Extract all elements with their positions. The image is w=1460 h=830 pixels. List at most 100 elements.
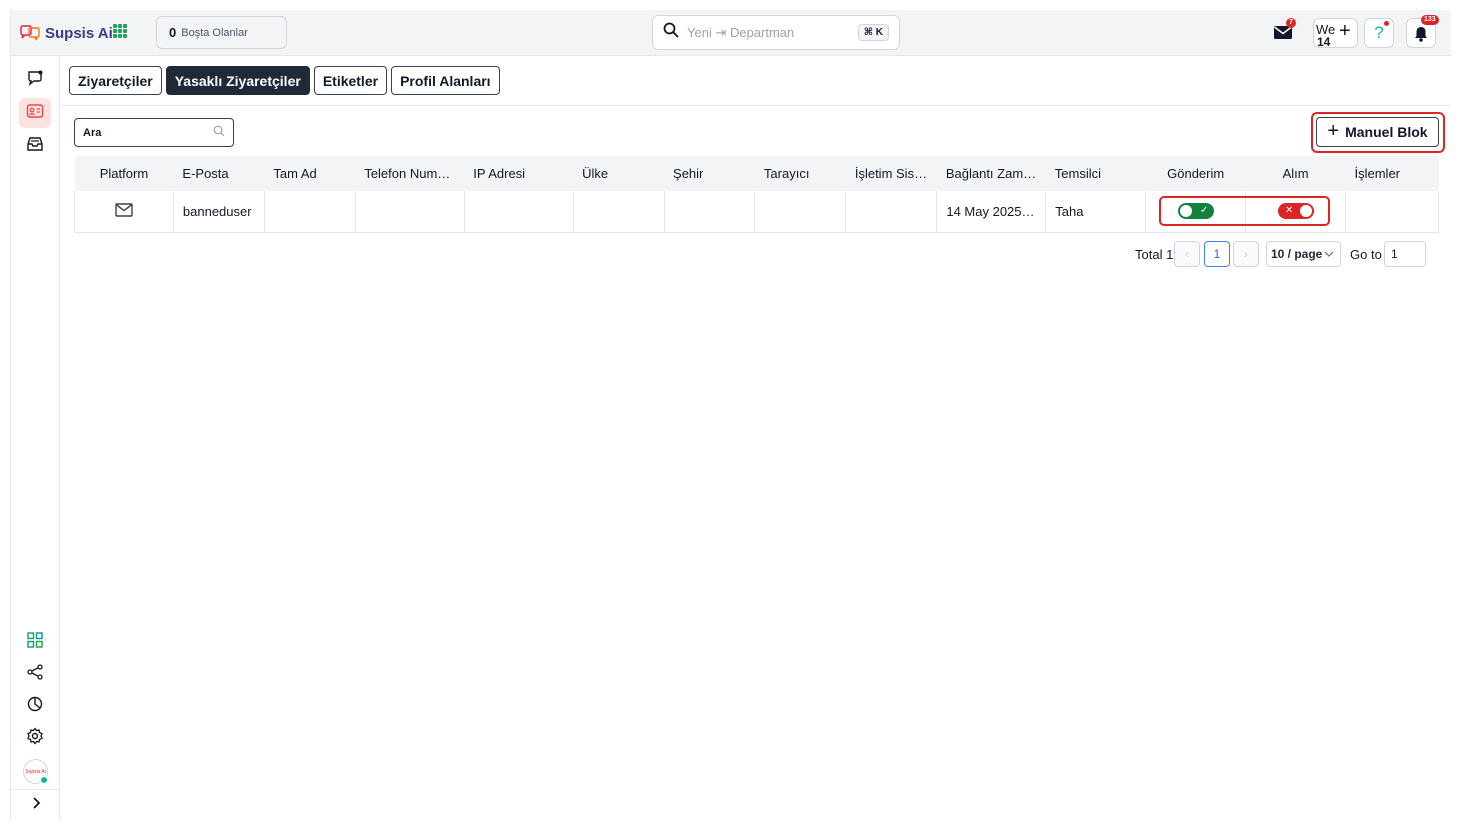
brand[interactable]: Supsis Ai bbox=[19, 22, 113, 44]
email-cell: banneduser bbox=[173, 191, 265, 233]
close-icon: ✕ bbox=[1285, 205, 1294, 216]
column-header[interactable]: E-Posta bbox=[173, 156, 265, 191]
os-cell bbox=[845, 191, 938, 233]
inbox-icon bbox=[26, 135, 44, 158]
goto-page-input[interactable] bbox=[1384, 241, 1426, 267]
we-count: 14 bbox=[1317, 35, 1331, 49]
avatar[interactable]: Supsis Ai bbox=[23, 759, 48, 784]
contact-card-icon bbox=[26, 103, 44, 124]
sidebar-item-reports[interactable] bbox=[19, 691, 51, 721]
help-button[interactable]: ? bbox=[1364, 18, 1394, 48]
connection-time-cell: 14 May 2025, 17:00 bbox=[936, 191, 1047, 233]
column-header[interactable]: İşletim Sistemi bbox=[845, 156, 937, 191]
sidebar-item-integrations[interactable] bbox=[19, 659, 51, 689]
city-cell bbox=[664, 191, 756, 233]
sidebar-collapse-button[interactable] bbox=[11, 789, 60, 820]
sidebar-item-settings[interactable] bbox=[19, 723, 51, 753]
column-header[interactable]: Alım bbox=[1245, 156, 1346, 191]
tab-banned-visitors[interactable]: Yasaklı Ziyaretçiler bbox=[165, 66, 310, 95]
dashboard-grid-icon bbox=[27, 631, 43, 653]
manual-block-button[interactable]: + Manuel Blok bbox=[1316, 117, 1439, 147]
page-size-select[interactable]: 10 / page bbox=[1266, 241, 1341, 267]
sidebar-item-visitors[interactable] bbox=[19, 98, 51, 128]
top-bar: Supsis Ai 0 Boşta Olanlar Yeni ⇥ Departm… bbox=[11, 10, 1451, 56]
column-header[interactable]: İşlemler bbox=[1345, 156, 1439, 191]
pagination-total: Total 1 bbox=[1135, 246, 1174, 262]
banned-visitors-table: Platform E-Posta Tam Ad Telefon Numarası… bbox=[74, 156, 1439, 233]
manual-block-highlight: + Manuel Blok bbox=[1311, 112, 1445, 153]
brand-name: Supsis Ai bbox=[45, 24, 113, 42]
messages-button[interactable]: 7 bbox=[1273, 18, 1296, 42]
table-header-row: Platform E-Posta Tam Ad Telefon Numarası… bbox=[74, 156, 1439, 191]
chat-bubble-icon bbox=[26, 69, 44, 92]
column-header[interactable]: Ülke bbox=[573, 156, 665, 191]
app-window: Supsis Ai 0 Boşta Olanlar Yeni ⇥ Departm… bbox=[10, 10, 1451, 820]
avatar-text: Supsis Ai bbox=[25, 768, 46, 775]
brand-logo-icon bbox=[19, 25, 41, 41]
mail-icon bbox=[115, 203, 133, 220]
sidebar-item-chats[interactable] bbox=[19, 65, 51, 95]
toggle-knob bbox=[1180, 205, 1192, 217]
gear-icon bbox=[26, 726, 44, 750]
goto-label: Go to bbox=[1350, 246, 1382, 262]
page-1-button[interactable]: 1 bbox=[1204, 241, 1230, 267]
toggle-knob bbox=[1300, 205, 1312, 217]
online-status-dot bbox=[40, 776, 48, 784]
column-header[interactable]: Şehir bbox=[664, 156, 755, 191]
plus-icon: + bbox=[1339, 20, 1351, 42]
help-dot bbox=[1384, 21, 1389, 26]
table-row: banneduser 14 May 2025, 17:00 Taha bbox=[74, 191, 1439, 233]
plus-icon: + bbox=[1327, 120, 1340, 142]
chevron-right-icon bbox=[31, 796, 41, 814]
messages-badge: 7 bbox=[1286, 18, 1296, 28]
apps-grid-icon[interactable] bbox=[113, 24, 127, 38]
check-icon: ✓ bbox=[1200, 205, 1209, 216]
search-icon bbox=[213, 124, 225, 142]
browser-cell bbox=[754, 191, 847, 233]
global-search[interactable]: Yeni ⇥ Departman ⌘ K bbox=[652, 15, 900, 50]
full-name-cell bbox=[264, 191, 356, 233]
notifications-button[interactable]: 133 bbox=[1406, 15, 1439, 48]
tabs-divider bbox=[61, 105, 1451, 106]
ip-cell bbox=[464, 191, 574, 233]
tab-visitors[interactable]: Ziyaretçiler bbox=[69, 66, 162, 95]
manual-block-label: Manuel Blok bbox=[1345, 124, 1428, 140]
agent-cell: Taha bbox=[1045, 191, 1147, 233]
page-size-value: 10 / page bbox=[1271, 247, 1323, 261]
column-header[interactable]: Platform bbox=[74, 156, 174, 191]
next-page-button[interactable]: › bbox=[1233, 241, 1259, 267]
notifications-badge: 133 bbox=[1421, 15, 1439, 25]
sidebar-item-inbox[interactable] bbox=[19, 131, 51, 161]
column-header[interactable]: IP Adresi bbox=[464, 156, 574, 191]
platform-cell bbox=[74, 191, 174, 233]
column-header[interactable]: Temsilci bbox=[1045, 156, 1146, 191]
idle-agents-button[interactable]: 0 Boşta Olanlar bbox=[156, 16, 287, 49]
chevron-down-icon bbox=[1324, 247, 1334, 261]
column-header[interactable]: Telefon Numarası bbox=[355, 156, 465, 191]
search-shortcut: ⌘ K bbox=[857, 24, 889, 41]
tab-tags[interactable]: Etiketler bbox=[313, 66, 388, 95]
column-header[interactable]: Tam Ad bbox=[264, 156, 356, 191]
search-icon bbox=[663, 22, 679, 43]
pie-chart-icon bbox=[27, 696, 43, 717]
sidebar-item-dashboard[interactable] bbox=[19, 627, 51, 657]
we-add-button[interactable]: We 14 + bbox=[1313, 18, 1358, 49]
table-search-input[interactable] bbox=[83, 126, 213, 139]
idle-count: 0 bbox=[169, 25, 177, 40]
column-header[interactable]: Tarayıcı bbox=[754, 156, 846, 191]
question-icon: ? bbox=[1374, 23, 1384, 42]
country-cell bbox=[573, 191, 665, 233]
column-header[interactable]: Gönderim bbox=[1145, 156, 1246, 191]
sidebar: Supsis Ai bbox=[11, 56, 60, 820]
column-header[interactable]: Bağlantı Zamanı bbox=[936, 156, 1046, 191]
prev-page-button[interactable]: ‹ bbox=[1174, 241, 1200, 267]
table-search[interactable] bbox=[74, 118, 234, 147]
phone-cell bbox=[355, 191, 465, 233]
share-icon bbox=[27, 663, 43, 685]
visitor-tabs: Ziyaretçiler Yasaklı Ziyaretçiler Etiket… bbox=[69, 66, 500, 95]
tab-profile-fields[interactable]: Profil Alanları bbox=[391, 66, 500, 95]
global-search-placeholder: Yeni ⇥ Departman bbox=[687, 24, 795, 40]
receive-toggle[interactable]: ✕ bbox=[1278, 203, 1314, 219]
idle-label: Boşta Olanlar bbox=[181, 26, 248, 39]
send-toggle[interactable]: ✓ bbox=[1178, 203, 1214, 219]
